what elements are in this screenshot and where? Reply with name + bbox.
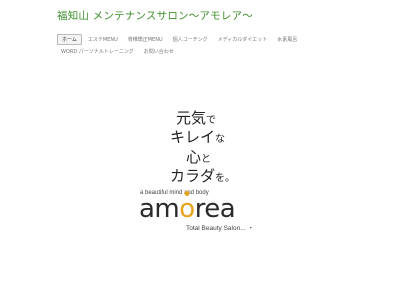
logo-o-wrap: o xyxy=(179,191,195,224)
hero-line-2-particle: な xyxy=(215,134,226,145)
logo-text-o: o xyxy=(179,194,195,224)
hero-line-1: 元気で xyxy=(176,107,216,128)
hero-line-4-particle: を。 xyxy=(215,173,236,184)
hero-subtitle-text: Total Beauty Salon... xyxy=(186,225,246,232)
amorea-logo: am orea xyxy=(139,191,236,224)
hero-line-1-main: 元気 xyxy=(176,109,207,127)
hero-line-2: キレイな xyxy=(170,126,225,147)
hero-subtitle: Total Beauty Salon... ・ xyxy=(186,222,254,232)
hero-line-4: カラダを。 xyxy=(170,165,235,186)
hero-line-2-main: キレイ xyxy=(170,128,216,146)
logo-dot-icon xyxy=(184,191,190,196)
hero-line-4-main: カラダ xyxy=(170,167,216,185)
hero-line-3-main: 心 xyxy=(186,148,202,166)
logo-text-part-1: am xyxy=(139,194,180,224)
hero-section: 元気で キレイな 心と カラダを。 a beautiful mind and b… xyxy=(0,0,400,300)
hero-trailing-mark: ・ xyxy=(247,225,254,232)
logo-text-part-2: rea xyxy=(194,194,236,224)
hero-line-3: 心と xyxy=(186,146,211,167)
hero-line-3-particle: と xyxy=(201,154,212,165)
hero-line-1-particle: で xyxy=(206,115,217,126)
